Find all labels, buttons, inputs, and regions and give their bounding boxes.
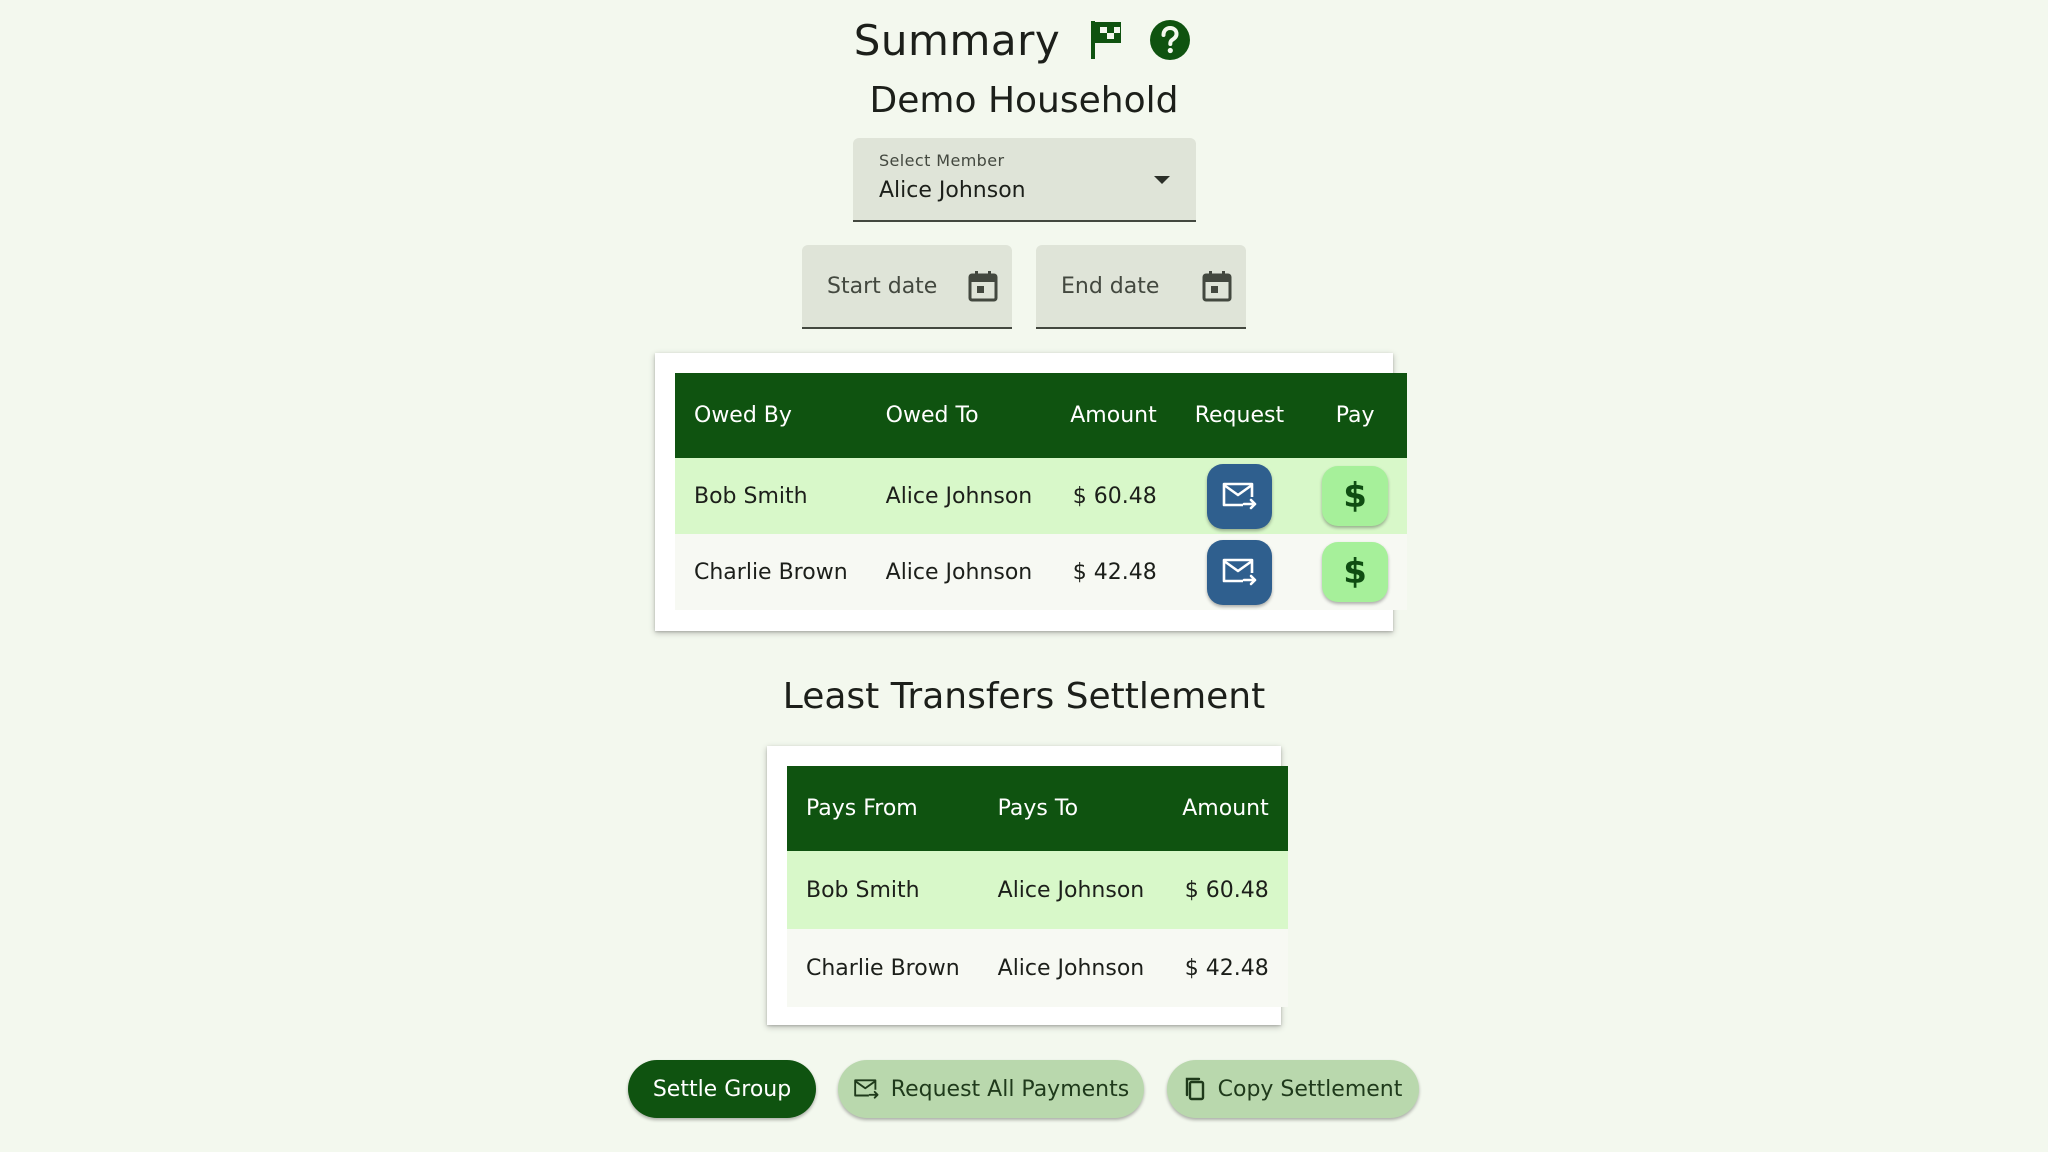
dollar-icon: $ [1343,476,1367,516]
request-payment-button[interactable] [1206,463,1272,529]
pay-button[interactable]: $ [1322,542,1389,602]
pay-cell: $ [1303,534,1407,610]
calendar-icon[interactable] [966,269,1000,303]
household-name: Demo Household [869,80,1179,121]
end-date-placeholder: End date [1061,274,1160,299]
col-request: Request [1194,403,1285,428]
owed-by-cell: Charlie Brown [694,559,848,585]
col-pays-from[interactable]: Pays From [787,766,979,851]
header: Summary [0,8,2048,72]
copy-icon [1185,1077,1204,1101]
owed-by-cell: Bob Smith [694,483,808,509]
amount-cell: $ 42.48 [1072,559,1157,585]
amount-cell: $ 60.48 [1072,483,1157,509]
member-select-label: Select Member [879,151,1005,170]
table-row: Bob Smith Alice Johnson $ 60.48 [787,851,1288,929]
flag-icon[interactable] [1082,16,1130,64]
col-owed-by[interactable]: Owed By [675,373,867,458]
pays-to-cell: Alice Johnson [997,877,1145,903]
summary-page: Summary Demo Household Select Member Ali… [0,0,2048,1152]
send-mail-icon [854,1079,879,1099]
owed-to-cell: Alice Johnson [885,483,1033,509]
calendar-icon[interactable] [1200,269,1234,303]
table-row: Charlie Brown Alice Johnson $ 42.48 [675,534,1408,610]
table-row: Charlie Brown Alice Johnson $ 42.48 [787,929,1288,1007]
pays-from-cell: Charlie Brown [806,955,960,981]
send-mail-icon [1223,482,1257,510]
owed-table: Owed By Owed To Amount Request Pay Bob S… [675,373,1408,610]
request-payment-button[interactable] [1206,539,1272,605]
pay-cell: $ [1303,458,1407,534]
col-amount[interactable]: Amount [1163,766,1287,851]
settle-group-label: Settle Group [652,1076,792,1102]
pays-to-cell: Alice Johnson [997,955,1145,981]
owed-card: Owed By Owed To Amount Request Pay Bob S… [655,353,1408,631]
request-all-payments-button[interactable]: Request All Payments [838,1060,1144,1118]
amount-cell: $ 42.48 [1184,955,1269,981]
owed-table-header: Owed By Owed To Amount Request Pay [675,373,1408,458]
request-cell [1176,534,1303,610]
amount-cell: $ 60.48 [1184,877,1269,903]
start-date-placeholder: Start date [827,274,938,299]
settlement-card: Pays From Pays To Amount Bob Smith Alice… [767,746,1288,1025]
col-amount[interactable]: Amount [1051,373,1175,458]
dollar-icon: $ [1343,552,1367,592]
col-pays-to[interactable]: Pays To [979,766,1164,851]
settlement-table: Pays From Pays To Amount Bob Smith Alice… [787,766,1288,1007]
copy-settlement-label: Copy Settlement [1217,1076,1403,1102]
start-date-field[interactable]: Start date [802,245,1012,329]
col-pay: Pay [1335,403,1375,428]
member-select-value: Alice Johnson [879,178,1026,203]
copy-settlement-button[interactable]: Copy Settlement [1167,1060,1419,1118]
chevron-down-icon [1154,176,1170,184]
table-row: Bob Smith Alice Johnson $ 60.48 [675,458,1408,534]
col-owed-to[interactable]: Owed To [867,373,1052,458]
pays-from-cell: Bob Smith [806,877,920,903]
request-cell [1176,458,1303,534]
end-date-field[interactable]: End date [1036,245,1246,329]
settlement-table-header: Pays From Pays To Amount [787,766,1288,851]
send-mail-icon [1223,558,1257,586]
settlement-title: Least Transfers Settlement [782,676,1266,717]
member-select[interactable]: Select Member Alice Johnson [853,138,1196,222]
owed-to-cell: Alice Johnson [885,559,1033,585]
page-title: Summary [853,15,1061,65]
action-bar: Settle Group Request All Payments Copy S… [0,1060,2048,1120]
pay-button[interactable]: $ [1322,466,1389,526]
help-icon[interactable] [1146,16,1194,64]
request-all-label: Request All Payments [890,1076,1130,1102]
settle-group-button[interactable]: Settle Group [628,1060,816,1118]
